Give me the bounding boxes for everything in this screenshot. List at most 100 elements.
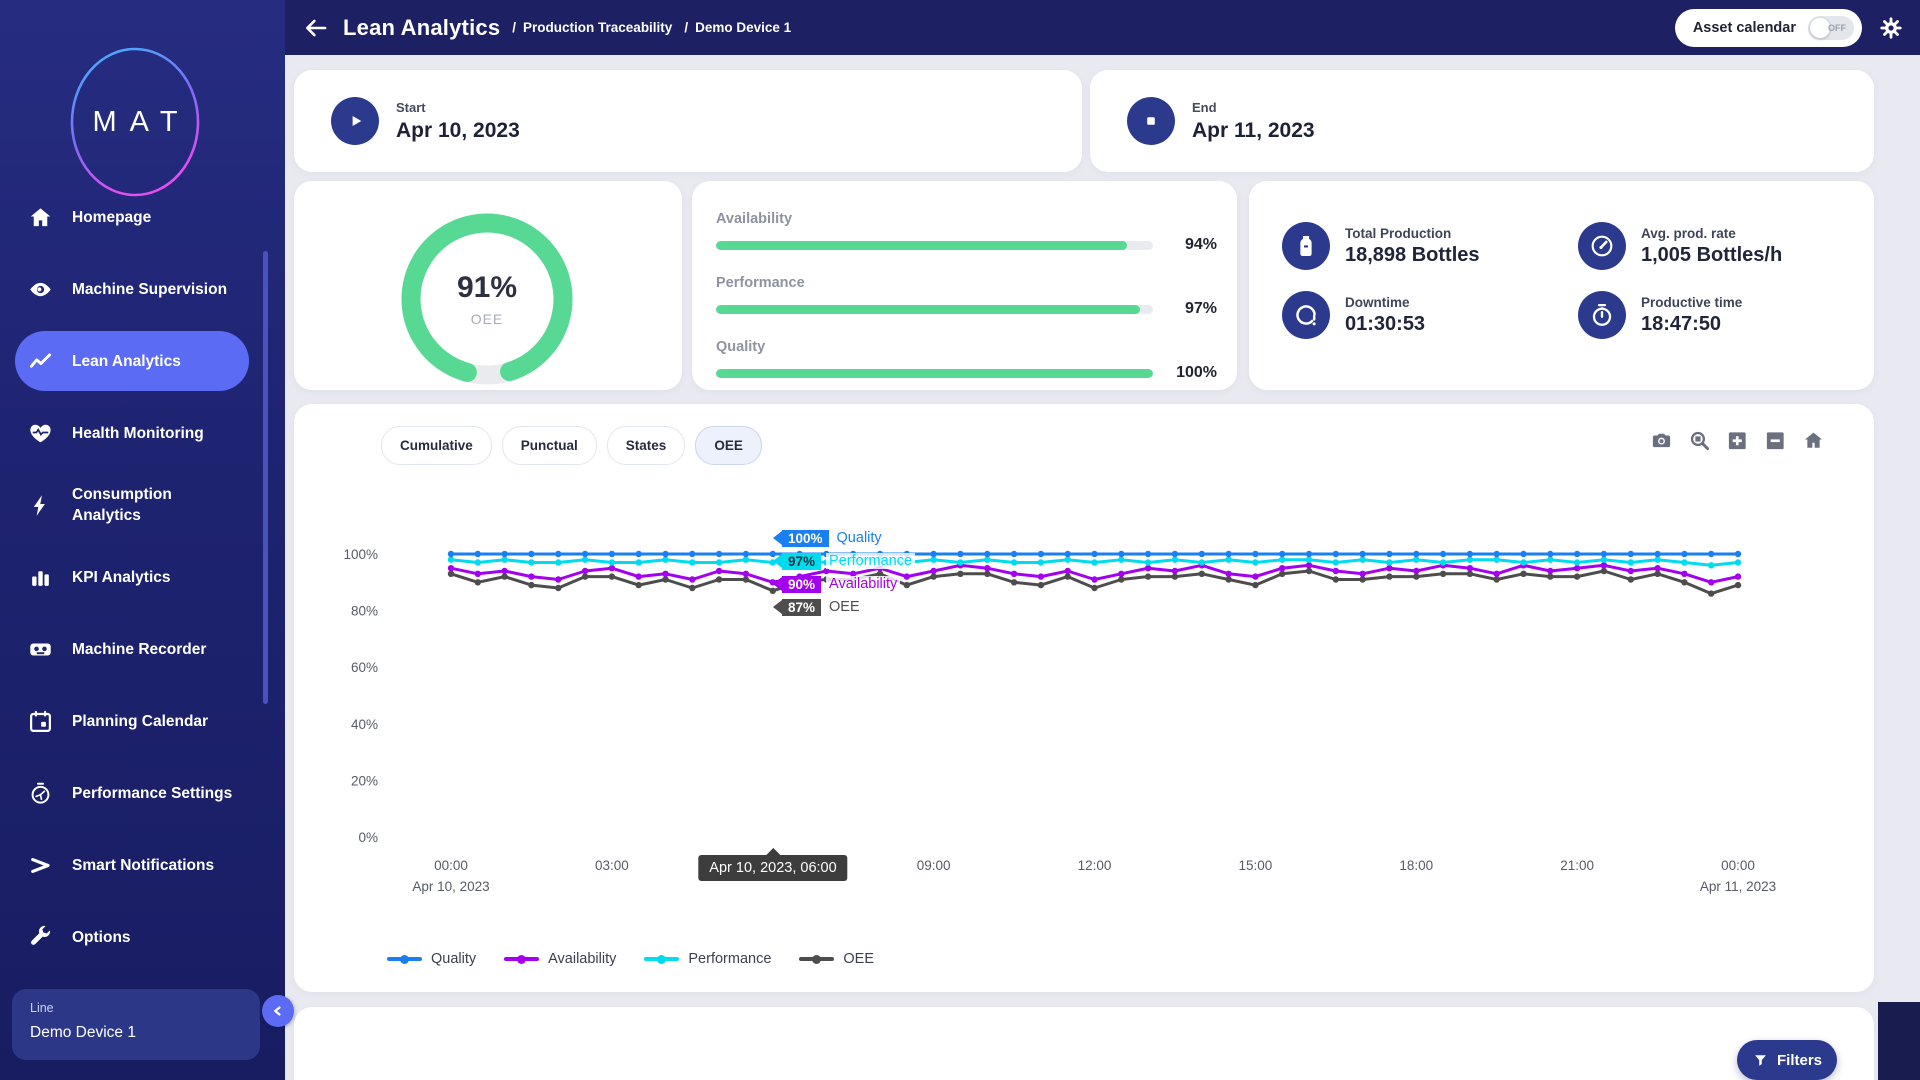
kpi-bar-label: Quality [716,339,1217,355]
app-root: MAT HomepageMachine SupervisionLean Anal… [0,0,1920,1080]
legend-item-oee[interactable]: OEE [799,951,874,967]
stopwatch-gear-icon [28,781,53,806]
legend-label: Quality [431,951,476,967]
sidebar-item-consumption-analytics[interactable]: Consumption Analytics [0,469,285,541]
sidebar-scrollbar[interactable] [263,251,268,704]
sidebar-item-planning-calendar[interactable]: Planning Calendar [0,685,285,757]
sidebar: MAT HomepageMachine SupervisionLean Anal… [0,0,285,1080]
kpi-bar-performance: Performance97% [716,275,1217,318]
chart-tab-states[interactable]: States [607,426,686,465]
svg-text:00:00: 00:00 [434,858,468,873]
zoom-box-icon [1688,429,1711,452]
legend-label: Performance [688,951,771,967]
toolbar-zoom-out-icon[interactable] [1764,429,1787,452]
chart-tab-punctual[interactable]: Punctual [502,426,597,465]
stat-icon-circle [1282,222,1330,270]
sidebar-item-lean-analytics[interactable]: Lean Analytics [15,331,249,391]
sidebar-item-label: KPI Analytics [72,567,244,588]
sidebar-item-machine-recorder[interactable]: Machine Recorder [0,613,285,685]
sidebar-item-homepage[interactable]: Homepage [0,181,285,253]
sidebar-item-machine-supervision[interactable]: Machine Supervision [0,253,285,325]
legend-line-sample [644,957,679,961]
line-selector-card[interactable]: Line Demo Device 1 [12,989,260,1060]
sidebar-collapse-button[interactable] [262,995,294,1027]
page-title: Lean Analytics [343,15,500,41]
sidebar-item-label: Consumption Analytics [72,484,244,526]
svg-text:100%: 100% [343,547,378,562]
stat-downtime: Downtime01:30:53 [1282,291,1578,339]
legend-item-quality[interactable]: Quality [387,951,476,967]
start-icon-circle [331,97,379,145]
chevron-left-icon [268,1001,288,1021]
start-period-card: Start Apr 10, 2023 [294,70,1082,172]
wrench-icon [28,925,53,950]
toolbar-camera-icon[interactable] [1650,429,1673,452]
svg-text:12:00: 12:00 [1078,858,1112,873]
bottom-section-card [294,1007,1874,1080]
bottom-right-panel-edge [1878,1002,1920,1080]
tooltip-flag-label: OEE [826,599,863,615]
chart-tab-oee[interactable]: OEE [695,426,762,465]
back-arrow-icon[interactable] [303,15,329,41]
asset-calendar-switch[interactable]: OFF [1808,16,1854,40]
kpi-bar-fill [716,369,1153,378]
tooltip-flag-performance: 97%Performance [773,550,915,572]
settings-gear-icon[interactable] [1878,15,1904,41]
toggle-state-label: OFF [1828,23,1846,33]
filters-button[interactable]: Filters [1737,1040,1837,1080]
kpi-bar-value: 94% [1153,236,1217,254]
chart-tabs: Cumulative Punctual StatesOEE [381,426,762,465]
end-value: Apr 11, 2023 [1192,119,1315,143]
legend-item-performance[interactable]: Performance [644,951,771,967]
kpi-bars-card: Availability94% Performance97% Quality 100% [692,181,1237,390]
kpi-bar-value: 100% [1153,364,1217,382]
sidebar-item-smart-notifications[interactable]: Smart Notifications [0,829,285,901]
stat-label: Avg. prod. rate [1641,226,1782,241]
legend-line-sample [387,957,422,961]
tooltip-flag-availability: 90% Availability [773,573,915,595]
sidebar-item-options[interactable]: Options [0,901,285,973]
toolbar-zoom-in-icon[interactable] [1726,429,1749,452]
heart-pulse-icon [28,421,53,446]
legend-item-availability[interactable]: Availability [504,951,616,967]
stat-label: Total Production [1345,226,1480,241]
tooltip-flag-quality: 100%Quality [773,527,915,549]
kpi-bar-availability: Availability94% [716,211,1217,254]
sidebar-item-performance-settings[interactable]: Performance Settings [0,757,285,829]
start-label: Start [396,100,520,115]
asset-calendar-toggle-pill[interactable]: Asset calendar OFF [1675,9,1862,47]
tooltip-flag-label: Availability [826,576,900,592]
chart-tab-cumulative[interactable]: Cumulative [381,426,492,465]
top-header: Lean Analytics /Production Traceability /… [285,0,1920,55]
toolbar-reset-axes-icon[interactable] [1802,429,1825,452]
breadcrumb-item-demo-device-1[interactable]: /Demo Device 1 [684,20,791,35]
tooltip-flag-value: 90% [782,576,821,593]
sidebar-item-label: Machine Supervision [72,279,244,300]
svg-text:20%: 20% [351,773,378,788]
legend-label: OEE [843,951,874,967]
zoom-out-icon [1764,429,1787,452]
end-label: End [1192,100,1315,115]
breadcrumb-item-production-traceability[interactable]: /Production Traceability [512,20,672,35]
stopwatch-icon [1589,302,1615,328]
oee-gauge: 91% OEE [387,199,587,399]
send-icon [28,853,53,878]
oee-line-chart[interactable]: 0%20%40%60%80%100%00:00Apr 10, 202303:00… [294,404,1874,992]
home-icon [28,205,53,230]
svg-text:03:00: 03:00 [595,858,629,873]
sidebar-item-kpi-analytics[interactable]: KPI Analytics [0,541,285,613]
stat-icon-circle [1282,291,1330,339]
downtime-clock-icon [1293,302,1319,328]
svg-text:15:00: 15:00 [1238,858,1272,873]
bolt-icon [28,493,53,518]
sidebar-item-health-monitoring[interactable]: Health Monitoring [0,397,285,469]
sidebar-nav: Homepage Machine Supervision Lean Analytic… [0,181,285,973]
stats-card: Total Production18,898 BottlesAvg. prod.… [1249,181,1874,390]
toolbar-zoom-box-icon[interactable] [1688,429,1711,452]
camera-icon [1650,429,1673,452]
kpi-bar-track [716,241,1153,250]
stat-avg-prod-rate: Avg. prod. rate1,005 Bottles/h [1578,222,1858,270]
tooltip-flag-label: Performance [826,553,915,569]
start-value: Apr 10, 2023 [396,119,520,143]
sidebar-item-label: Lean Analytics [72,351,244,372]
